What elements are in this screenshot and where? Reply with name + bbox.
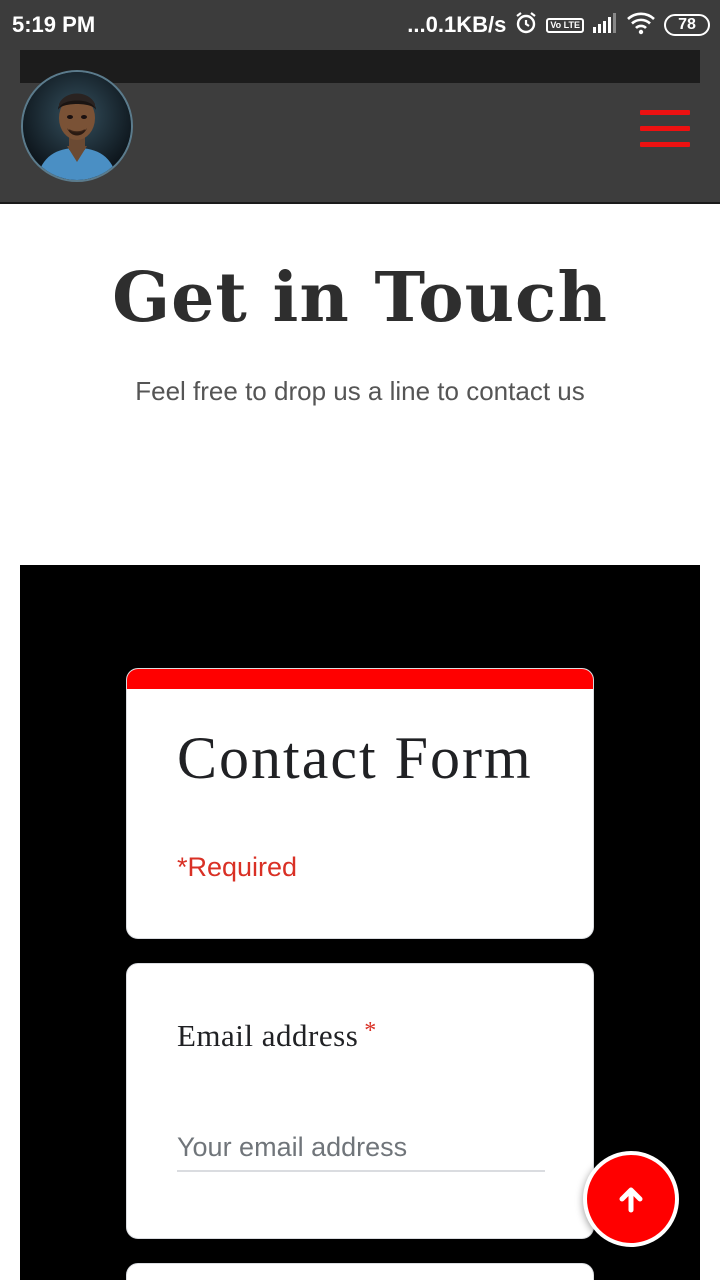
alarm-icon (514, 11, 538, 39)
avatar-photo (23, 72, 131, 180)
site-header (0, 50, 720, 204)
email-field[interactable] (177, 1124, 545, 1172)
status-icons: ...0.1KB/s Vo LTE 78 (407, 10, 710, 40)
header-strip (20, 50, 700, 83)
arrow-up-icon (619, 1187, 643, 1213)
form-accent-bar (127, 669, 593, 689)
form-header-card: Contact Form *Required (126, 668, 594, 939)
required-asterisk: * (364, 1018, 377, 1044)
form-title: Contact Form (177, 725, 533, 791)
signal-icon (592, 12, 618, 38)
volte-icon: Vo LTE (546, 17, 584, 33)
email-question-card: Email address * (126, 963, 594, 1239)
email-label-text: Email address (177, 1018, 359, 1053)
status-bar: 5:19 PM ...0.1KB/s Vo LTE 78 (0, 0, 720, 50)
required-note: *Required (177, 852, 298, 882)
next-question-card (126, 1263, 594, 1280)
wifi-icon (626, 11, 656, 39)
page-title: Get in Touch (112, 258, 608, 338)
page-subtitle: Feel free to drop us a line to contact u… (135, 376, 585, 406)
menu-bar (640, 110, 690, 115)
battery-icon: 78 (664, 14, 710, 36)
hamburger-menu-icon[interactable] (640, 110, 690, 148)
network-speed: ...0.1KB/s (407, 12, 507, 37)
menu-bar (640, 142, 690, 147)
status-time: 5:19 PM (12, 12, 96, 37)
avatar[interactable] (21, 70, 133, 182)
email-label: Email address * (177, 1018, 377, 1054)
menu-bar (640, 126, 690, 131)
back-to-top-button[interactable] (583, 1151, 679, 1247)
